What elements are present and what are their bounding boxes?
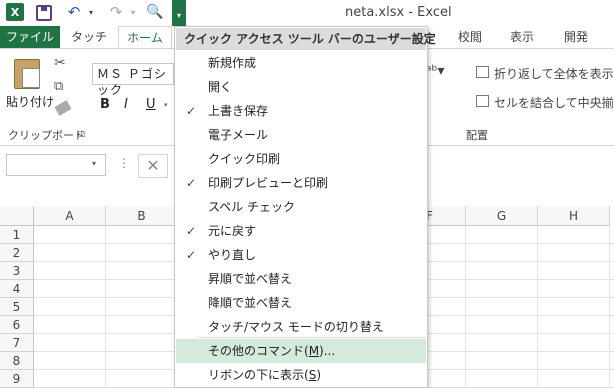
menu-item-label: 新規作成 bbox=[208, 56, 257, 70]
excel-logo-icon: X bbox=[6, 3, 24, 21]
format-painter-icon[interactable] bbox=[54, 100, 72, 116]
column-header-h[interactable]: H bbox=[538, 206, 610, 226]
check-icon: ✓ bbox=[186, 248, 197, 262]
redo-dropdown-icon[interactable]: ▾ bbox=[128, 3, 138, 21]
alignment-group-label: 配置 bbox=[466, 129, 488, 142]
menu-header: クイック アクセス ツール バーのユーザー設定 bbox=[176, 28, 436, 50]
name-box[interactable] bbox=[6, 154, 106, 176]
show-below-prefix: リボンの下に表示( bbox=[208, 368, 309, 382]
paste-icon[interactable] bbox=[14, 59, 40, 89]
menu-item-4[interactable]: 電子メール bbox=[176, 123, 426, 147]
menu-item-label: 元に戻す bbox=[208, 224, 257, 238]
underline-button[interactable]: U bbox=[146, 97, 156, 112]
menu-item-label: やり直し bbox=[208, 248, 257, 262]
select-all-corner[interactable] bbox=[0, 206, 34, 226]
menu-item-7[interactable]: スペル チェック bbox=[176, 195, 426, 219]
row-header-6[interactable]: 6 bbox=[0, 316, 34, 334]
font-name-select[interactable]: ＭＳ Ｐゴシック bbox=[92, 63, 174, 97]
menu-item-1[interactable]: 新規作成 bbox=[176, 51, 426, 75]
row-header-4[interactable]: 4 bbox=[0, 280, 34, 298]
tab-touch[interactable]: タッチ bbox=[66, 26, 112, 49]
tab-home[interactable]: ホーム bbox=[118, 26, 172, 49]
menu-item-9[interactable]: ✓ やり直し bbox=[176, 243, 426, 267]
menu-item-3[interactable]: ✓ 上書き保存 bbox=[176, 99, 426, 123]
orientation-icon[interactable]: ᵃᵇ▾ bbox=[426, 63, 445, 79]
italic-button[interactable]: I bbox=[124, 97, 128, 112]
menu-item-show-below-ribbon[interactable]: リボンの下に表示(S) bbox=[176, 363, 426, 387]
formula-bar-grip-icon: ⋮ bbox=[118, 156, 130, 170]
check-icon: ✓ bbox=[186, 224, 197, 238]
merge-center-button[interactable]: セルを結合して中央揃え bbox=[494, 94, 614, 111]
menu-separator bbox=[199, 337, 425, 338]
menu-item-label: 開く bbox=[208, 80, 233, 94]
tab-review[interactable]: 校閲 bbox=[448, 26, 492, 49]
save-icon[interactable] bbox=[36, 5, 52, 21]
clipboard-launcher-icon[interactable]: ◲ bbox=[78, 129, 86, 138]
column-header-g[interactable]: G bbox=[466, 206, 538, 226]
show-below-suffix: ) bbox=[316, 368, 321, 382]
cut-icon[interactable]: ✂ bbox=[54, 55, 66, 71]
menu-item-label: 電子メール bbox=[208, 128, 269, 142]
tab-developer[interactable]: 開発 bbox=[554, 26, 598, 49]
merge-center-icon[interactable] bbox=[476, 95, 489, 107]
customize-qat-button[interactable]: ▾ bbox=[172, 0, 186, 26]
menu-item-8[interactable]: ✓ 元に戻す bbox=[176, 219, 426, 243]
menu-item-6[interactable]: ✓ 印刷プレビューと印刷 bbox=[176, 171, 426, 195]
clipboard-group-label: クリップボード bbox=[8, 129, 85, 142]
menu-item-label: 上書き保存 bbox=[208, 104, 269, 118]
redo-icon[interactable]: ↷ bbox=[106, 3, 126, 21]
menu-item-label: スペル チェック bbox=[208, 200, 295, 214]
more-commands-suffix: )... bbox=[319, 344, 336, 358]
menu-item-12[interactable]: タッチ/マウス モードの切り替え bbox=[176, 315, 426, 339]
menu-item-label: クイック印刷 bbox=[208, 152, 281, 166]
row-header-9[interactable]: 9 bbox=[0, 370, 34, 388]
tab-file[interactable]: ファイル bbox=[0, 26, 60, 49]
copy-icon[interactable]: ⧉ bbox=[54, 79, 63, 94]
check-icon: ✓ bbox=[186, 176, 197, 190]
menu-item-label: タッチ/マウス モードの切り替え bbox=[208, 320, 384, 334]
menu-item-10[interactable]: 昇順で並べ替え bbox=[176, 267, 426, 291]
check-icon: ✓ bbox=[186, 104, 197, 118]
excel-window: X ↶ ▾ ↷ ▾ 🔍 ▾ neta.xlsx - Excel ファイル タッチ… bbox=[0, 0, 614, 388]
column-header-a[interactable]: A bbox=[34, 206, 106, 226]
row-header-3[interactable]: 3 bbox=[0, 262, 34, 280]
cancel-entry-button[interactable]: ✕ bbox=[138, 154, 168, 178]
name-box-dropdown-icon[interactable]: ▾ bbox=[92, 159, 96, 168]
row-header-5[interactable]: 5 bbox=[0, 298, 34, 316]
undo-dropdown-icon[interactable]: ▾ bbox=[86, 3, 96, 21]
row-header-1[interactable]: 1 bbox=[0, 226, 34, 244]
window-title: neta.xlsx - Excel bbox=[345, 5, 452, 20]
menu-item-label: 降順で並べ替え bbox=[208, 296, 293, 310]
column-header-b[interactable]: B bbox=[106, 206, 178, 226]
row-header-7[interactable]: 7 bbox=[0, 334, 34, 352]
title-bar: X ↶ ▾ ↷ ▾ 🔍 ▾ neta.xlsx - Excel bbox=[0, 0, 614, 26]
wrap-text-button[interactable]: 折り返して全体を表示す bbox=[494, 65, 614, 82]
bold-button[interactable]: B bbox=[100, 97, 110, 112]
menu-item-2[interactable]: 開く bbox=[176, 75, 426, 99]
print-preview-icon[interactable]: 🔍 bbox=[146, 3, 164, 21]
row-header-8[interactable]: 8 bbox=[0, 352, 34, 370]
undo-icon[interactable]: ↶ bbox=[64, 3, 84, 21]
menu-item-5[interactable]: クイック印刷 bbox=[176, 147, 426, 171]
more-commands-prefix: その他のコマンド( bbox=[208, 344, 309, 358]
menu-item-more-commands[interactable]: その他のコマンド(M)... bbox=[176, 339, 426, 363]
more-commands-accesskey: M bbox=[308, 344, 320, 358]
menu-item-label: 昇順で並べ替え bbox=[208, 272, 293, 286]
customize-qat-menu: クイック アクセス ツール バーのユーザー設定 新規作成開く ✓ 上書き保存電子メー… bbox=[174, 26, 436, 388]
menu-item-label: 印刷プレビューと印刷 bbox=[208, 176, 329, 190]
tab-view[interactable]: 表示 bbox=[500, 26, 544, 49]
underline-dropdown-icon[interactable]: ▾ bbox=[164, 101, 168, 109]
menu-item-11[interactable]: 降順で並べ替え bbox=[176, 291, 426, 315]
wrap-text-icon[interactable] bbox=[476, 66, 489, 78]
paste-button-label[interactable]: 貼り付け bbox=[6, 93, 54, 110]
row-header-2[interactable]: 2 bbox=[0, 244, 34, 262]
